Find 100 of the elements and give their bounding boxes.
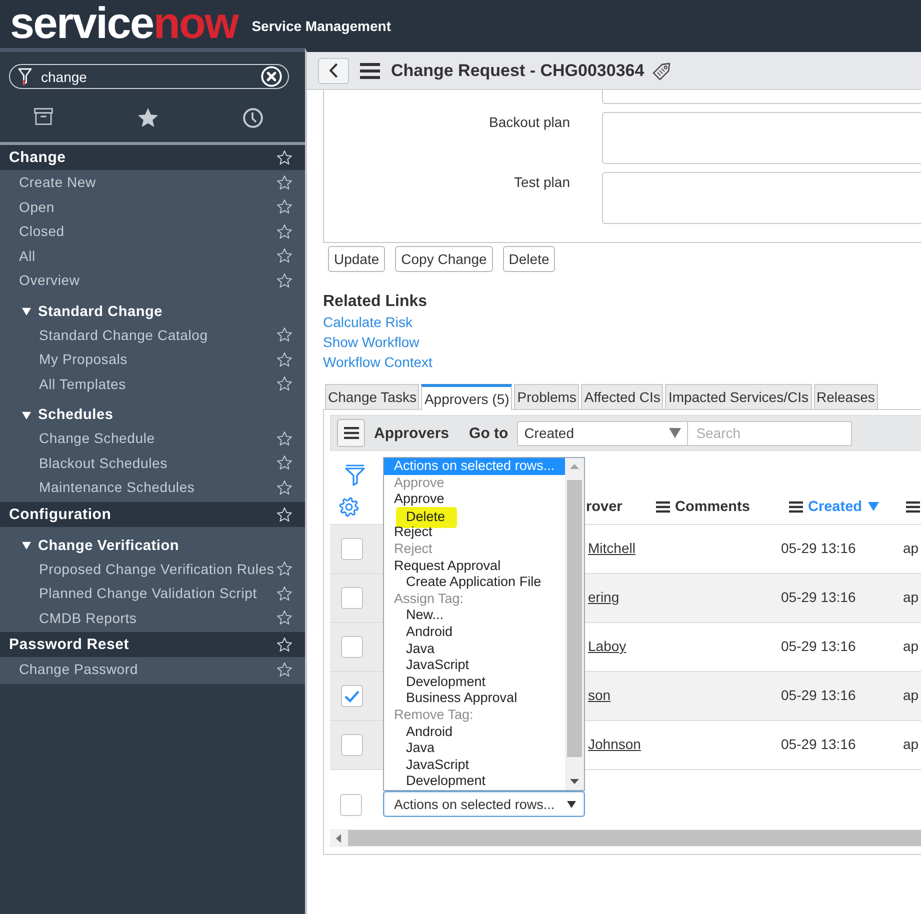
star-icon[interactable] [138,108,158,127]
form-button[interactable]: Copy Change [395,246,493,272]
row-checkbox[interactable] [341,538,363,560]
scroll-down-icon[interactable] [570,779,579,784]
nav-link[interactable]: Overview [19,272,80,288]
menu-icon[interactable] [360,62,380,78]
record-title: Change Request - CHG0030364 [391,60,644,80]
list-scrollbar[interactable] [565,458,584,790]
star-outline-icon[interactable] [277,224,292,239]
nav-link[interactable]: Planned Change Validation Script [39,585,257,602]
star-outline-icon[interactable] [277,480,292,495]
user-link[interactable]: son [588,687,611,703]
caret-down-icon[interactable] [22,307,31,316]
star-outline-icon[interactable] [277,150,292,165]
related-list-tab[interactable]: Affected CIs [581,384,664,409]
star-outline-icon[interactable] [277,199,292,214]
star-outline-icon[interactable] [277,327,292,342]
nav-link[interactable]: Maintenance Schedules [39,479,195,496]
related-link[interactable]: Workflow Context [323,352,432,372]
user-link[interactable]: ering [588,589,620,605]
column-header[interactable]: Comments [656,498,750,514]
dropdown-option[interactable]: Request Approval [384,558,501,574]
row-checkbox[interactable] [341,636,363,658]
nav-link[interactable]: Blackout Schedules [39,454,168,471]
nav-link[interactable]: My Proposals [39,351,128,368]
text-area-field[interactable] [602,112,921,164]
section-title[interactable]: Configuration [9,506,112,522]
star-outline-icon[interactable] [277,637,292,652]
star-outline-icon[interactable] [277,174,292,190]
caret-down-icon[interactable] [22,541,31,550]
nav-link[interactable]: Create New [19,174,96,190]
star-outline-icon[interactable] [277,561,292,576]
form-button[interactable]: Delete [502,246,556,272]
star-outline-icon[interactable] [277,248,292,264]
related-link[interactable]: Calculate Risk [323,312,412,332]
nav-link[interactable]: Change Schedule [39,430,155,446]
related-list-tab[interactable]: Approvers (5) [421,384,512,410]
column-header[interactable]: rover [586,498,622,514]
related-list-tab[interactable]: Change Tasks [325,384,420,409]
nav-link[interactable]: Open [19,198,54,215]
section-title[interactable]: Password Reset [9,636,130,653]
table-cell: 05-29 13:16 [781,540,856,556]
row-checkbox[interactable] [341,734,363,756]
related-link[interactable]: Show Workflow [323,332,420,352]
star-outline-icon[interactable] [277,455,292,470]
user-link[interactable]: Johnson [588,736,641,752]
star-outline-icon[interactable] [277,506,292,522]
text-area-field[interactable] [602,90,921,104]
star-outline-icon[interactable] [277,662,292,677]
clear-icon[interactable] [261,66,282,87]
dropdown-option[interactable]: Approve [384,491,444,508]
filter-field[interactable]: change [9,64,289,89]
section-title[interactable]: Change [9,149,66,166]
caret-down-icon [567,800,576,808]
row-checkbox[interactable] [341,587,363,609]
star-outline-icon[interactable] [277,352,292,367]
nav-group-label[interactable]: Change Verification [38,538,180,554]
form-button[interactable]: Update [328,246,386,272]
dropdown-option[interactable]: Create Application File [384,574,542,591]
scroll-left-icon[interactable] [336,834,341,842]
actions-select[interactable]: Actions on selected rows... [383,791,585,817]
list-menu-button[interactable] [337,419,365,447]
tag-icon[interactable] [652,60,672,80]
nav-group-label[interactable]: Schedules [38,407,114,423]
nav-link[interactable]: Closed [19,223,64,240]
star-outline-icon[interactable] [277,376,292,392]
user-link[interactable]: Mitchell [588,540,636,556]
table-cell: ap [903,638,919,654]
star-outline-icon[interactable] [277,272,292,288]
nav-link[interactable]: Standard Change Catalog [39,326,208,343]
nav-link[interactable]: All [19,248,36,264]
menu-icon [344,427,358,439]
nav-group-label[interactable]: Standard Change [38,304,163,320]
column-menu-icon[interactable] [656,500,670,512]
nav-link[interactable]: CMDB Reports [39,610,137,626]
related-list-tab[interactable]: Impacted Services/CIs [665,384,812,409]
text-area-field[interactable] [602,172,921,224]
caret-down-icon [669,428,682,438]
star-outline-icon[interactable] [277,586,292,601]
star-outline-icon[interactable] [277,430,292,446]
nav-link[interactable]: Proposed Change Verification Rules [39,560,274,577]
back-button[interactable] [318,58,349,84]
related-list-tab[interactable]: Problems [514,384,580,409]
dropdown-option[interactable]: Reject [384,524,432,541]
related-list-tab[interactable]: Releases [814,384,878,409]
row-checkbox[interactable] [341,685,363,707]
column-menu-icon[interactable] [789,500,803,512]
settings-icon[interactable] [339,496,359,516]
clock-icon[interactable] [243,108,263,128]
nav-link[interactable]: Change Password [19,661,138,678]
archive-box-icon[interactable] [34,108,53,125]
go-to-select[interactable]: Created [517,420,688,446]
nav-link[interactable]: All Templates [39,376,126,392]
table-cell: 05-29 13:16 [781,589,856,605]
select-all-checkbox[interactable] [340,794,362,816]
star-outline-icon[interactable] [277,610,292,626]
user-link[interactable]: Laboy [588,638,626,654]
caret-down-icon[interactable] [22,410,31,420]
scrollbar-thumb[interactable] [567,480,582,757]
filter-icon[interactable] [345,464,365,486]
